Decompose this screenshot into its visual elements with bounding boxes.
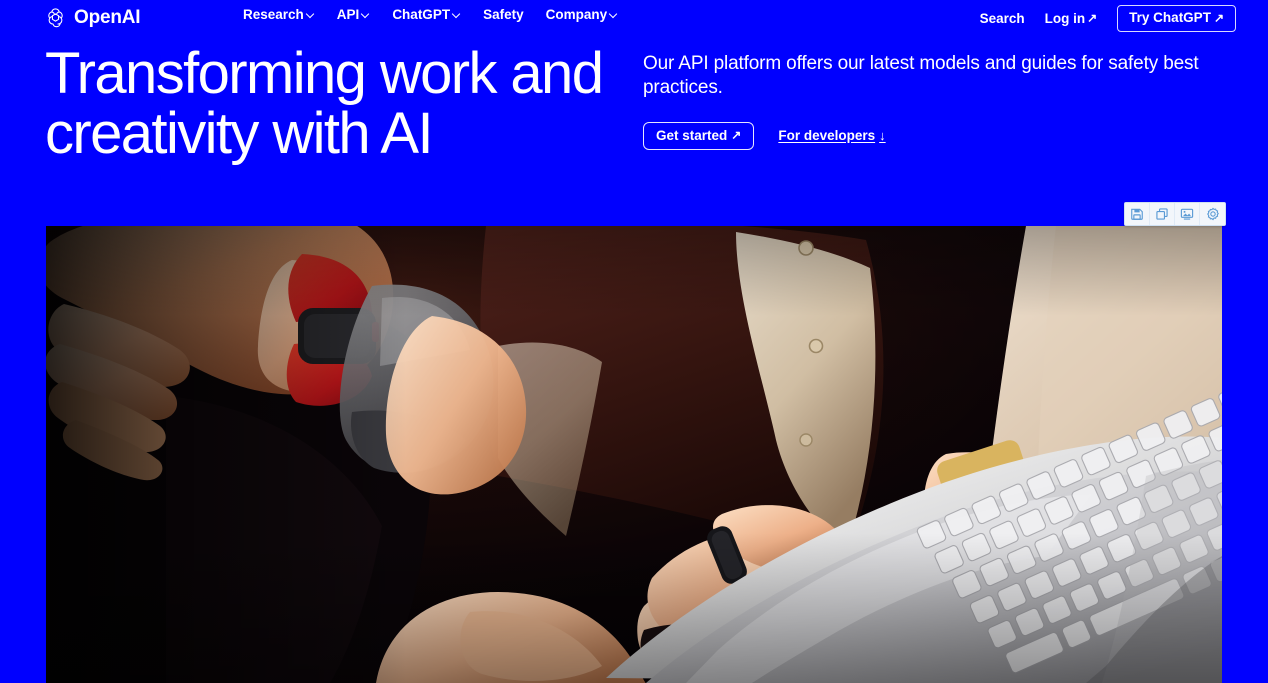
nav-item-label: Safety <box>483 7 524 22</box>
arrow-up-right-icon: ↗ <box>1087 11 1098 26</box>
search-button[interactable]: Search <box>979 10 1025 26</box>
search-label: Search <box>979 10 1025 26</box>
brand-logo-link[interactable]: OpenAI <box>44 5 141 29</box>
hero-subtitle: Our API platform offers our latest model… <box>643 53 1199 99</box>
get-started-label: Get started <box>656 127 728 143</box>
secondary-nav-items: Search Log in ↗ Try ChatGPT ↗ <box>980 5 1236 32</box>
save-icon <box>1130 207 1144 221</box>
primary-nav-items: Research API ChatGPT Safety Company <box>243 8 618 22</box>
screenshot-icon <box>1180 207 1194 221</box>
login-link[interactable]: Log in ↗ <box>1044 10 1098 26</box>
floating-image-toolbar <box>1124 202 1226 226</box>
hero-image-illustration <box>46 226 1222 683</box>
chevron-down-icon <box>307 10 315 18</box>
screenshot-button[interactable] <box>1175 203 1200 225</box>
save-button[interactable] <box>1125 203 1150 225</box>
copy-icon <box>1155 207 1169 221</box>
chevron-down-icon <box>453 10 461 18</box>
hero-right-column: Our API platform offers our latest model… <box>643 52 1223 151</box>
chevron-down-icon <box>362 10 370 18</box>
for-developers-label: For developers <box>778 128 876 144</box>
try-chatgpt-button[interactable]: Try ChatGPT ↗ <box>1117 5 1236 32</box>
try-chatgpt-label: Try ChatGPT <box>1129 10 1211 25</box>
nav-item-label: API <box>336 7 360 22</box>
hero-actions: Get started ↗ For developers ↓ <box>643 121 1223 151</box>
nav-item-label: Research <box>243 7 304 22</box>
top-navigation-bar: OpenAI Research API ChatGPT Safety Compa… <box>0 0 1268 34</box>
copy-button[interactable] <box>1150 203 1175 225</box>
brand-name: OpenAI <box>74 6 141 28</box>
openai-blossom-logo-icon <box>44 6 67 29</box>
nav-item-label: ChatGPT <box>392 7 451 22</box>
settings-gear-icon <box>1206 207 1220 221</box>
nav-item-api[interactable]: API <box>337 8 371 22</box>
chevron-down-icon <box>610 10 618 18</box>
arrow-up-right-icon: ↗ <box>1213 10 1224 25</box>
get-started-button[interactable]: Get started ↗ <box>643 121 755 151</box>
nav-item-company[interactable]: Company <box>546 8 619 22</box>
arrow-up-right-icon: ↗ <box>731 128 742 143</box>
hero-image <box>46 226 1222 683</box>
hero-title: Transforming work and creativity with AI <box>45 41 604 166</box>
nav-item-safety[interactable]: Safety <box>483 8 524 22</box>
login-label: Log in <box>1044 10 1086 26</box>
settings-button[interactable] <box>1200 203 1225 225</box>
for-developers-link[interactable]: For developers ↓ <box>778 129 885 143</box>
nav-item-label: Company <box>545 7 608 22</box>
arrow-down-icon: ↓ <box>879 128 886 144</box>
nav-item-chatgpt[interactable]: ChatGPT <box>392 8 461 22</box>
nav-item-research[interactable]: Research <box>243 8 315 22</box>
